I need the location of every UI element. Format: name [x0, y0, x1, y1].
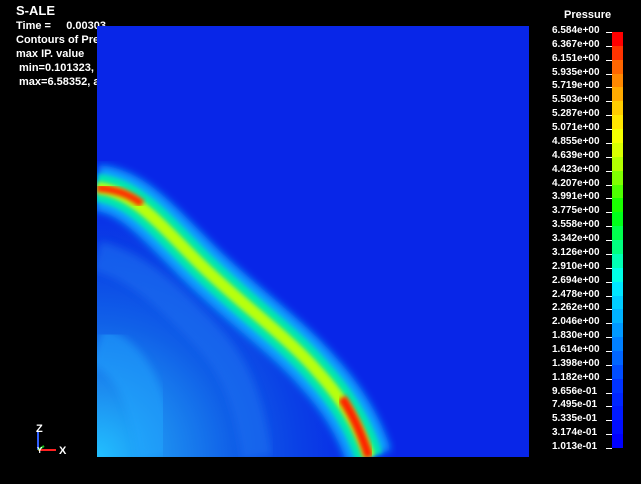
x-axis-label: X: [59, 445, 67, 457]
legend-label: 3.558e+00: [552, 219, 600, 231]
legend-color-swatch: [612, 378, 623, 393]
legend-color-swatch: [612, 87, 623, 102]
time-label: Time =: [16, 20, 51, 32]
legend-color-swatch: [612, 59, 623, 74]
legend-label: 6.151e+00: [552, 52, 600, 64]
legend-label: 3.342e+00: [552, 233, 600, 245]
legend-color-swatch: [612, 198, 623, 213]
legend-color-swatch: [612, 156, 623, 171]
legend-color-swatch: [612, 323, 623, 338]
legend-label: 1.182e+00: [552, 371, 600, 383]
legend-color-swatch: [612, 420, 623, 435]
legend-label: 5.503e+00: [552, 94, 600, 106]
legend-color-swatch: [612, 73, 623, 88]
legend-color-swatch: [612, 212, 623, 227]
legend-label: 1.830e+00: [552, 330, 600, 342]
legend-label: 2.262e+00: [552, 302, 600, 314]
legend-label: 2.478e+00: [552, 288, 600, 300]
legend-color-swatch: [612, 32, 623, 46]
legend-color-swatch: [612, 184, 623, 199]
legend-label: 5.935e+00: [552, 66, 600, 78]
legend-label: 4.423e+00: [552, 163, 600, 175]
legend-label: 3.991e+00: [552, 191, 600, 203]
legend-label: 4.207e+00: [552, 177, 600, 189]
legend-label: 5.719e+00: [552, 80, 600, 92]
legend-color-swatch: [612, 364, 623, 379]
legend-color-swatch: [612, 281, 623, 296]
legend-label: 7.495e-01: [552, 399, 598, 411]
legend-label: 4.855e+00: [552, 135, 600, 147]
legend-label: 1.398e+00: [552, 357, 600, 369]
legend-color-swatch: [612, 142, 623, 157]
legend-label: 3.174e-01: [552, 427, 598, 439]
legend-label: 2.046e+00: [552, 316, 600, 328]
legend-color-swatch: [612, 101, 623, 116]
legend-color-swatch: [612, 351, 623, 365]
legend-label: 6.367e+00: [552, 38, 600, 50]
max-ip-label: max IP. value: [16, 48, 85, 60]
legend-label: 5.335e-01: [552, 413, 598, 425]
legend-color-swatch: [612, 337, 623, 351]
legend-label: 5.071e+00: [552, 122, 600, 134]
legend-color-swatch: [612, 295, 623, 310]
legend-label: 4.639e+00: [552, 149, 600, 161]
y-axis-label: Y: [37, 446, 43, 455]
legend-label: 2.910e+00: [552, 260, 600, 272]
legend-color-swatch: [612, 406, 623, 421]
legend-color-swatch: [612, 129, 623, 143]
time-readout: Time = 0.00303: [16, 19, 106, 33]
legend-label: 9.656e-01: [552, 385, 598, 397]
legend-tick: [606, 448, 612, 450]
legend-color-swatch: [612, 309, 623, 324]
legend-label: 1.614e+00: [552, 344, 600, 355]
legend-color-swatch: [612, 170, 623, 185]
app-title: S-ALE: [16, 3, 55, 18]
legend-color-swatch: [612, 267, 623, 282]
legend-label: 2.694e+00: [552, 274, 600, 286]
legend-title: Pressure: [564, 9, 612, 21]
legend-label: 3.775e+00: [552, 205, 600, 217]
legend-label: 6.584e+00: [552, 25, 600, 36]
z-axis-label: Z: [36, 423, 43, 435]
legend-color-swatch: [612, 253, 623, 268]
legend-color-swatch: [612, 434, 623, 449]
legend-color-swatch: [612, 45, 623, 60]
legend-color-swatch: [612, 240, 623, 254]
legend-color-swatch: [612, 226, 623, 241]
legend-color-swatch: [612, 115, 623, 130]
pressure-contour-plot[interactable]: [97, 26, 529, 457]
legend-label: 3.126e+00: [552, 246, 600, 258]
legend-label: 1.013e-01: [552, 441, 598, 453]
legend-color-swatch: [612, 392, 623, 407]
legend-label: 5.287e+00: [552, 108, 600, 120]
